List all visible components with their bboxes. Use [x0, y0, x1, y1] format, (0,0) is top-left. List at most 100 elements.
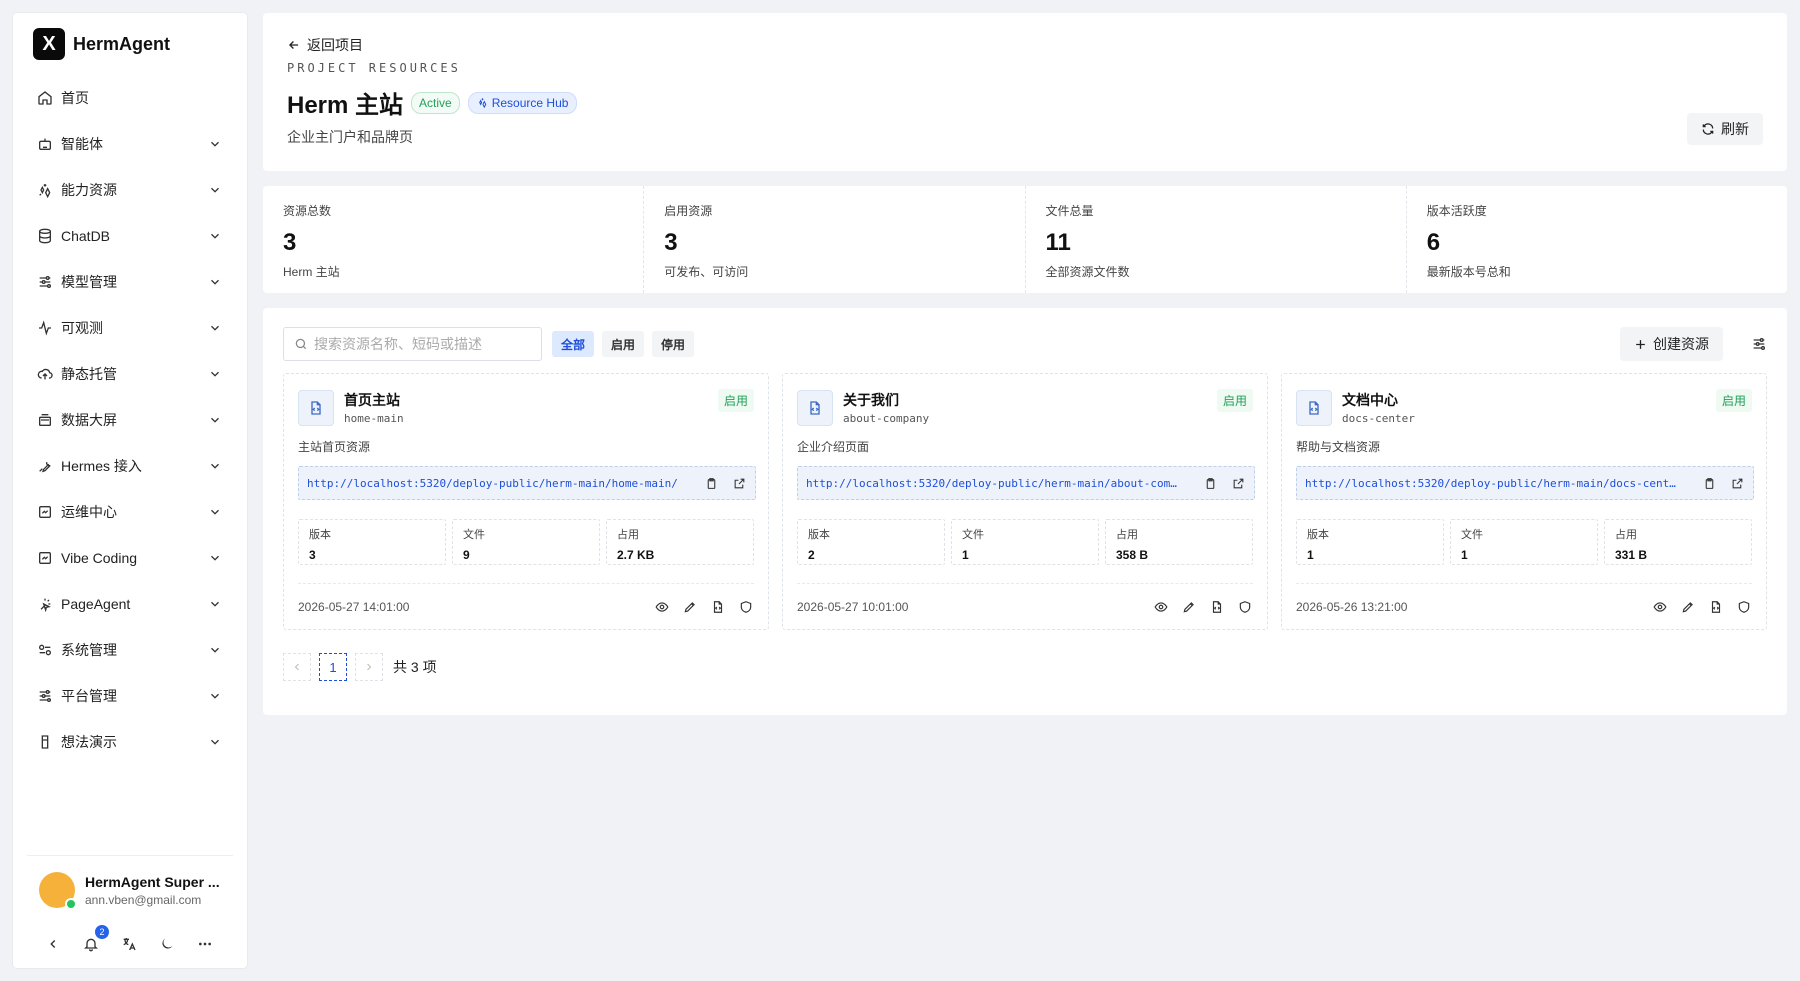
status-badge: 启用: [1216, 389, 1253, 412]
avatar[interactable]: [39, 872, 77, 910]
preview-button[interactable]: [1153, 599, 1169, 615]
preview-button[interactable]: [1652, 599, 1668, 615]
sidebar-item-home[interactable]: 首页: [23, 75, 237, 121]
open-url-button[interactable]: [1729, 475, 1745, 491]
permissions-button[interactable]: [738, 599, 754, 615]
resource-url-link[interactable]: http://localhost:5320/deploy-public/herm…: [806, 477, 1180, 490]
user-profile[interactable]: HermAgent Super ... ann.vben@gmail.com: [27, 855, 233, 910]
language-button[interactable]: [119, 934, 139, 954]
flask-icon: [37, 734, 53, 750]
resource-card[interactable]: 文档中心 docs-center 启用 帮助与文档资源 http://local…: [1281, 373, 1767, 630]
stat-desc: 最新版本号总和: [1426, 265, 1511, 279]
resource-name: 文档中心: [1342, 392, 1398, 408]
metric-files: 文件 1: [951, 519, 1099, 565]
metric-value: 3: [309, 548, 316, 562]
external-link-icon: [1732, 478, 1742, 488]
file-code-icon: [298, 390, 334, 426]
notifications-button[interactable]: 2: [81, 925, 109, 954]
notification-badge: 2: [95, 925, 109, 939]
preview-button[interactable]: [654, 599, 670, 615]
pencil-icon: [684, 601, 695, 612]
copy-url-button[interactable]: [1701, 475, 1717, 491]
filter-disabled[interactable]: 停用: [652, 331, 695, 357]
metric-label: 版本: [309, 529, 331, 541]
status-badge: Active: [411, 91, 460, 114]
metric-version: 版本 3: [298, 519, 446, 565]
sidebar-item-ideas[interactable]: 想法演示: [23, 719, 237, 765]
pencil-icon: [1682, 601, 1693, 612]
stat-total-files: 文件总量 11 全部资源文件数: [1026, 186, 1407, 293]
sidebar-item-dashboard[interactable]: 数据大屏: [23, 397, 237, 443]
filter-enabled[interactable]: 启用: [602, 331, 645, 357]
resource-url-link[interactable]: http://localhost:5320/deploy-public/herm…: [1305, 477, 1679, 490]
sidebar-item-label: 静态托管: [61, 366, 117, 382]
sidebar: X HermAgent 首页 智能体 能力资源 ChatDB 模型管理 可观测 …: [13, 13, 247, 968]
column-settings-button[interactable]: [1751, 336, 1767, 352]
files-button[interactable]: [710, 599, 726, 615]
refresh-button[interactable]: 刷新: [1687, 113, 1763, 145]
stat-value: 11: [1045, 229, 1071, 256]
open-url-button[interactable]: [1230, 475, 1246, 491]
sidebar-item-platform[interactable]: 平台管理: [23, 673, 237, 719]
sidebar-item-vibe-coding[interactable]: Vibe Coding: [23, 535, 237, 581]
arrow-left-icon: [289, 41, 299, 49]
app-name: HermAgent: [73, 33, 171, 54]
chevron-left-icon: [294, 663, 299, 671]
wrench-icon: [37, 458, 53, 474]
create-resource-button[interactable]: 创建资源: [1620, 327, 1723, 361]
stat-desc: Herm 主站: [283, 265, 340, 279]
sidebar-item-capabilities[interactable]: 能力资源: [23, 167, 237, 213]
edit-button[interactable]: [682, 599, 698, 615]
resource-url-box: http://localhost:5320/deploy-public/herm…: [298, 466, 756, 500]
theme-toggle-button[interactable]: [157, 934, 177, 954]
collapse-sidebar-button[interactable]: [43, 934, 63, 954]
clipboard-icon: [1705, 477, 1713, 489]
prev-page-button[interactable]: [283, 653, 311, 681]
back-to-projects-link[interactable]: 返回项目: [287, 35, 363, 55]
clipboard-icon: [1206, 477, 1214, 489]
filter-all[interactable]: 全部: [552, 331, 595, 357]
sidebar-item-label: 首页: [61, 90, 89, 106]
copy-url-button[interactable]: [1202, 475, 1218, 491]
stat-version-activity: 版本活跃度 6 最新版本号总和: [1407, 186, 1787, 293]
resource-url-link[interactable]: http://localhost:5320/deploy-public/herm…: [307, 477, 681, 490]
stat-desc: 可发布、可访问: [664, 265, 749, 279]
sidebar-item-ops[interactable]: 运维中心: [23, 489, 237, 535]
files-button[interactable]: [1708, 599, 1724, 615]
next-page-button[interactable]: [355, 653, 383, 681]
resource-card[interactable]: 首页主站 home-main 启用 主站首页资源 http://localhos…: [283, 373, 769, 630]
permissions-button[interactable]: [1237, 599, 1253, 615]
resource-url-box: http://localhost:5320/deploy-public/herm…: [1296, 466, 1754, 500]
sidebar-item-observability[interactable]: 可观测: [23, 305, 237, 351]
sidebar-item-chatdb[interactable]: ChatDB: [23, 213, 237, 259]
resource-card[interactable]: 关于我们 about-company 启用 企业介绍页面 http://loca…: [782, 373, 1268, 630]
edit-button[interactable]: [1680, 599, 1696, 615]
updated-timestamp: 2026-05-27 10:01:00: [797, 599, 909, 614]
open-url-button[interactable]: [731, 475, 747, 491]
permissions-button[interactable]: [1736, 599, 1752, 615]
edit-button[interactable]: [1181, 599, 1197, 615]
sidebar-item-models[interactable]: 模型管理: [23, 259, 237, 305]
chevron-down-icon: [208, 413, 222, 427]
sidebar-item-agents[interactable]: 智能体: [23, 121, 237, 167]
database-icon: [37, 228, 53, 244]
more-button[interactable]: [195, 934, 215, 954]
shield-icon: [740, 600, 752, 613]
page-number-button[interactable]: 1: [319, 653, 347, 681]
resource-actions: [1153, 599, 1253, 615]
resource-card-footer: 2026-05-26 13:21:00: [1296, 583, 1752, 629]
sidebar-item-system[interactable]: 系统管理: [23, 627, 237, 673]
sidebar-item-static-hosting[interactable]: 静态托管: [23, 351, 237, 397]
file-code-icon: [1212, 600, 1222, 613]
user-name: HermAgent Super ...: [85, 873, 220, 890]
files-button[interactable]: [1209, 599, 1225, 615]
sidebar-item-pageagent[interactable]: PageAgent: [23, 581, 237, 627]
resources-panel: 全部 启用 停用 创建资源 首页主站 home-main 启用 主站首页资源 h…: [263, 308, 1787, 715]
search-input[interactable]: [314, 336, 531, 352]
sidebar-item-hermes[interactable]: Hermes 接入: [23, 443, 237, 489]
chevron-left-icon: [50, 940, 56, 948]
brand[interactable]: X HermAgent: [13, 13, 247, 75]
sidebar-toolbar: 2: [43, 925, 215, 954]
copy-url-button[interactable]: [703, 475, 719, 491]
app-logo: X: [33, 28, 65, 60]
